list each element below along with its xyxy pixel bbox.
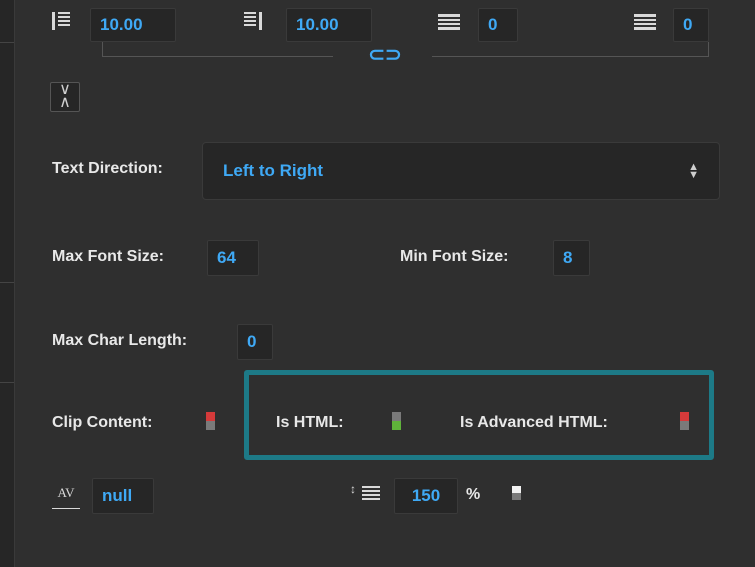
max-char-length-input[interactable]: 0 bbox=[237, 324, 273, 360]
padding-right-input[interactable]: 10.00 bbox=[286, 8, 372, 42]
max-font-size-label: Max Font Size: bbox=[52, 248, 165, 265]
is-advanced-html-label: Is Advanced HTML: bbox=[460, 414, 608, 431]
line-spacing-unit: % bbox=[466, 486, 481, 503]
tracking-input[interactable]: null bbox=[92, 478, 154, 514]
max-font-size-input[interactable]: 64 bbox=[207, 240, 259, 276]
padding-left-input[interactable]: 10.00 bbox=[90, 8, 176, 42]
line-spacing-icon bbox=[362, 486, 380, 504]
collapse-icon[interactable]: ∨ ∧ bbox=[50, 82, 80, 112]
text-direction-value: Left to Right bbox=[223, 161, 324, 180]
line-spacing-toggle[interactable] bbox=[512, 486, 521, 500]
sidebar-divider bbox=[0, 42, 14, 43]
clip-content-toggle[interactable] bbox=[206, 412, 215, 430]
align-bottom-icon bbox=[634, 14, 656, 32]
left-sidebar-strip bbox=[0, 0, 15, 567]
link-chain-icon[interactable]: ⊂⊃ bbox=[365, 44, 405, 68]
tracking-icon: AV bbox=[52, 486, 80, 509]
max-char-length-label: Max Char Length: bbox=[52, 332, 188, 349]
line-spacing-input[interactable]: 150 bbox=[394, 478, 458, 514]
is-advanced-html-toggle[interactable] bbox=[680, 412, 689, 430]
min-font-size-label: Min Font Size: bbox=[400, 248, 509, 265]
is-html-label: Is HTML: bbox=[276, 414, 344, 431]
align-top-icon bbox=[438, 14, 460, 32]
tracking-icon-text: AV bbox=[57, 485, 75, 500]
padding-bottom-input[interactable]: 0 bbox=[673, 8, 709, 42]
sidebar-divider bbox=[0, 382, 14, 383]
line-spacing-arrow: ↕ bbox=[350, 482, 356, 496]
align-right-icon bbox=[244, 12, 262, 30]
select-arrows-icon: ▲ ▼ bbox=[688, 161, 699, 181]
link-bracket-right bbox=[432, 42, 709, 57]
is-html-toggle[interactable] bbox=[392, 412, 401, 430]
clip-content-label: Clip Content: bbox=[52, 414, 153, 431]
padding-top-input[interactable]: 0 bbox=[478, 8, 518, 42]
text-direction-select[interactable]: Left to Right ▲ ▼ bbox=[202, 142, 720, 200]
link-bracket-left bbox=[102, 42, 333, 57]
min-font-size-input[interactable]: 8 bbox=[553, 240, 590, 276]
sidebar-divider bbox=[0, 282, 14, 283]
align-left-icon bbox=[52, 12, 70, 30]
text-direction-label: Text Direction: bbox=[52, 160, 163, 177]
